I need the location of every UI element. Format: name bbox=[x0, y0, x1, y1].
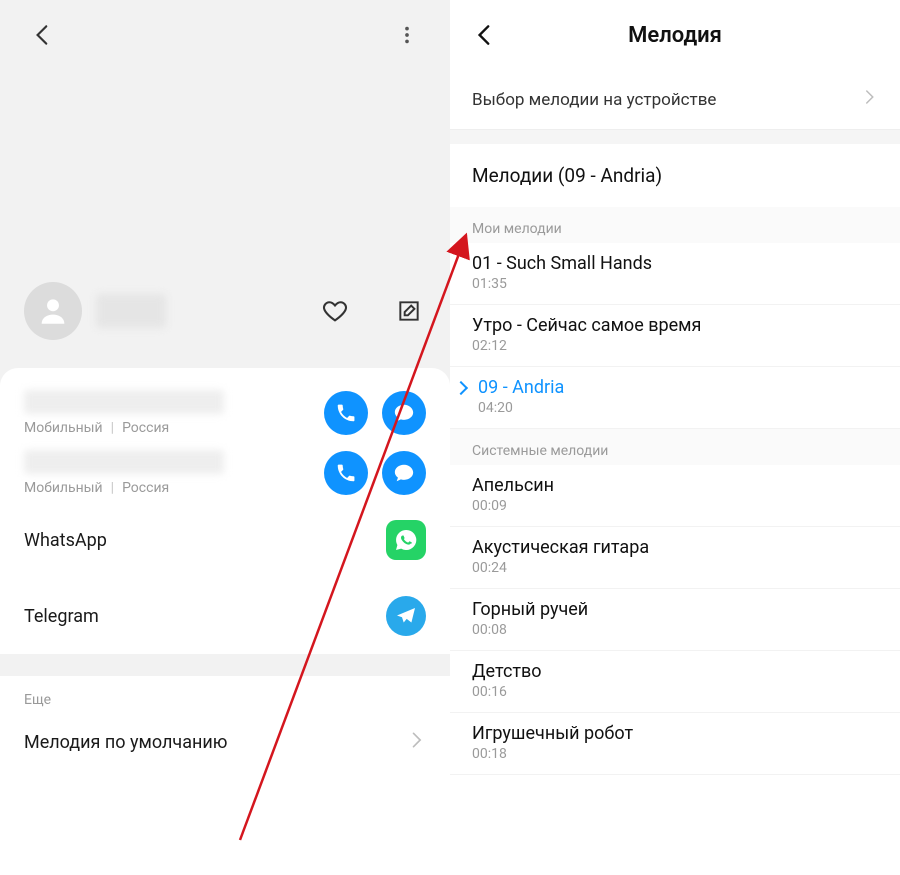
ringtone-duration: 00:16 bbox=[472, 684, 878, 700]
ringtone-title: Игрушечный робот bbox=[472, 723, 878, 744]
chevron-left-icon bbox=[30, 22, 56, 48]
phone-meta: Мобильный | Россия bbox=[24, 480, 310, 496]
person-icon bbox=[36, 294, 70, 328]
whatsapp-row[interactable]: WhatsApp bbox=[0, 502, 450, 578]
whatsapp-icon bbox=[386, 520, 426, 560]
ringtone-duration: 00:24 bbox=[472, 560, 878, 576]
phone-number-redacted bbox=[24, 390, 224, 414]
ringtone-title: 01 - Such Small Hands bbox=[472, 253, 878, 274]
ringtone-item[interactable]: 09 - Andria 04:20 bbox=[450, 367, 900, 429]
ringtone-title: 09 - Andria bbox=[478, 377, 878, 398]
ringtone-title: Горный ручей bbox=[472, 599, 878, 620]
more-button[interactable] bbox=[390, 18, 424, 52]
ringtone-duration: 04:20 bbox=[478, 400, 878, 416]
edit-button[interactable] bbox=[392, 294, 426, 328]
system-ringtones-header: Системные мелодии bbox=[450, 429, 900, 465]
message-button[interactable] bbox=[382, 391, 426, 435]
phone-type: Мобильный bbox=[24, 480, 103, 496]
call-button[interactable] bbox=[324, 391, 368, 435]
more-vertical-icon bbox=[396, 24, 418, 46]
message-icon bbox=[393, 462, 415, 484]
chevron-right-icon bbox=[860, 88, 878, 111]
more-section-label: Еще bbox=[0, 676, 450, 714]
ringtone-item[interactable]: Акустическая гитара 00:24 bbox=[450, 527, 900, 589]
pick-on-device-label: Выбор мелодии на устройстве bbox=[472, 90, 716, 110]
ringtone-duration: 02:12 bbox=[472, 338, 878, 354]
telegram-row[interactable]: Telegram bbox=[0, 578, 450, 654]
ringtone-item[interactable]: Апельсин 00:09 bbox=[450, 465, 900, 527]
back-button[interactable] bbox=[468, 18, 502, 52]
back-button[interactable] bbox=[26, 18, 60, 52]
ringtone-item[interactable]: Утро - Сейчас самое время 02:12 bbox=[450, 305, 900, 367]
my-ringtones-header: Мои мелодии bbox=[450, 207, 900, 243]
message-icon bbox=[393, 402, 415, 424]
phone-number-redacted bbox=[24, 450, 224, 474]
pick-on-device-row[interactable]: Выбор мелодии на устройстве bbox=[450, 70, 900, 130]
ringtone-screen: Мелодия Выбор мелодии на устройстве Мело… bbox=[450, 0, 900, 875]
ringtone-duration: 00:08 bbox=[472, 622, 878, 638]
separator: | bbox=[111, 420, 114, 436]
nav-row-label: Мелодия по умолчанию bbox=[24, 732, 406, 753]
chevron-left-icon bbox=[472, 22, 498, 48]
default-ringtone-row[interactable]: Мелодия по умолчанию bbox=[0, 714, 450, 770]
ringtone-title: Детство bbox=[472, 661, 878, 682]
heart-icon bbox=[321, 297, 349, 325]
phone-region: Россия bbox=[122, 480, 169, 496]
ringtone-title: Акустическая гитара bbox=[472, 537, 878, 558]
ringtone-item[interactable]: Горный ручей 00:08 bbox=[450, 589, 900, 651]
call-button[interactable] bbox=[324, 451, 368, 495]
edit-icon bbox=[396, 298, 422, 324]
page-title: Мелодия bbox=[450, 23, 900, 48]
avatar bbox=[24, 282, 82, 340]
contact-screen: Мобильный | Россия Мобильный bbox=[0, 0, 450, 875]
app-label: WhatsApp bbox=[24, 530, 386, 551]
favorite-button[interactable] bbox=[318, 294, 352, 328]
phone-meta: Мобильный | Россия bbox=[24, 420, 310, 436]
current-ringtone[interactable]: Мелодии (09 - Andria) bbox=[450, 144, 900, 207]
ringtone-duration: 00:18 bbox=[472, 746, 878, 762]
ringtone-item[interactable]: Игрушечный робот 00:18 bbox=[450, 713, 900, 775]
ringtone-duration: 00:09 bbox=[472, 498, 878, 514]
app-label: Telegram bbox=[24, 606, 386, 627]
phone-row-2[interactable]: Мобильный | Россия bbox=[0, 442, 450, 502]
phone-region: Россия bbox=[122, 420, 169, 436]
phone-type: Мобильный bbox=[24, 420, 103, 436]
message-button[interactable] bbox=[382, 451, 426, 495]
ringtone-item[interactable]: 01 - Such Small Hands 01:35 bbox=[450, 243, 900, 305]
phone-row-1[interactable]: Мобильный | Россия bbox=[0, 382, 450, 442]
ringtone-item[interactable]: Детство 00:16 bbox=[450, 651, 900, 713]
chevron-right-icon bbox=[406, 730, 426, 754]
contact-name-redacted bbox=[96, 294, 166, 328]
ringtone-title: Утро - Сейчас самое время bbox=[472, 315, 878, 336]
separator: | bbox=[111, 480, 114, 496]
phone-icon bbox=[335, 402, 357, 424]
ringtone-title: Апельсин bbox=[472, 475, 878, 496]
ringtone-duration: 01:35 bbox=[472, 276, 878, 292]
phone-icon bbox=[335, 462, 357, 484]
telegram-icon bbox=[386, 596, 426, 636]
